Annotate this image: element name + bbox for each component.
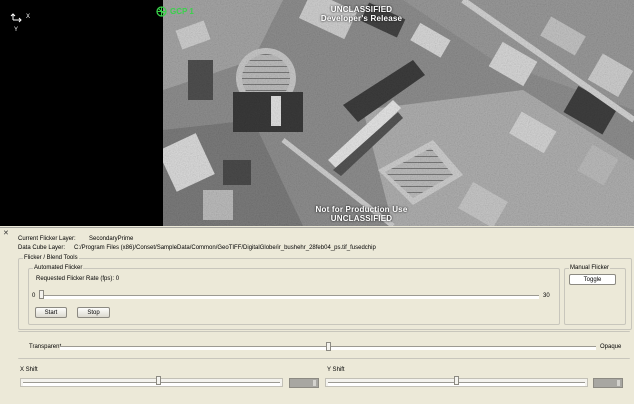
data-cube-label: Data Cube Layer: bbox=[18, 245, 66, 251]
axis-y-label: Y bbox=[14, 27, 19, 33]
current-layer-value: SecondaryPrime bbox=[89, 236, 134, 242]
flicker-panel: ✕ Current Flicker Layer: SecondaryPrime … bbox=[0, 227, 634, 404]
x-shift-slider[interactable] bbox=[20, 378, 283, 387]
banner-bottom-notice: Not for Production Use bbox=[315, 205, 408, 214]
axis-indicator: X Y bbox=[10, 12, 31, 33]
flicker-rate-slider[interactable] bbox=[39, 295, 539, 299]
data-cube-value: C:/Program Files (x86)/Conset/SampleData… bbox=[74, 245, 376, 251]
satellite-imagery bbox=[163, 0, 634, 226]
x-shift-track bbox=[23, 382, 280, 386]
automated-flicker-title: Automated Flicker bbox=[33, 265, 84, 271]
x-shift-label: X Shift bbox=[20, 367, 38, 373]
y-shift-label: Y Shift bbox=[327, 367, 345, 373]
axis-x-label: X bbox=[26, 14, 31, 20]
flicker-blend-title: Flicker / Blend Tools bbox=[23, 255, 79, 261]
divider bbox=[18, 331, 630, 333]
divider-2 bbox=[18, 358, 630, 360]
manual-flicker-group: Manual Flicker Toggle bbox=[564, 265, 626, 325]
image-viewer[interactable]: X Y GCP 1 UNCLASSIFIED Developer's Relea… bbox=[0, 0, 634, 226]
x-shift-thumb[interactable] bbox=[156, 376, 162, 385]
y-shift-spinbox[interactable] bbox=[593, 378, 623, 388]
manual-flicker-title: Manual Flicker bbox=[569, 265, 611, 271]
close-icon[interactable]: ✕ bbox=[3, 230, 10, 237]
start-button[interactable]: Start bbox=[35, 307, 67, 318]
rate-slider-max: 30 bbox=[543, 293, 550, 299]
y-shift-thumb[interactable] bbox=[453, 376, 459, 385]
banner-top-classification: UNCLASSIFIED bbox=[330, 5, 393, 14]
transparent-label: Transparent bbox=[29, 344, 62, 350]
x-shift-spinbox[interactable] bbox=[289, 378, 319, 388]
banner-bottom-classification: UNCLASSIFIED bbox=[330, 214, 393, 223]
flicker-rate-thumb[interactable] bbox=[39, 290, 44, 299]
stop-button[interactable]: Stop bbox=[77, 307, 110, 318]
automated-flicker-group: Automated Flicker Requested Flicker Rate… bbox=[28, 265, 560, 325]
toggle-button[interactable]: Toggle bbox=[569, 274, 616, 285]
current-layer-label: Current Flicker Layer: bbox=[18, 236, 76, 242]
blend-thumb[interactable] bbox=[326, 342, 331, 351]
rate-slider-min: 0 bbox=[32, 293, 36, 299]
banner-top-release: Developer's Release bbox=[320, 14, 403, 23]
opaque-label: Opaque bbox=[600, 344, 622, 350]
flicker-rate-label: Requested Flicker Rate (fps): 0 bbox=[36, 276, 120, 282]
flicker-blend-group: Flicker / Blend Tools Automated Flicker … bbox=[18, 255, 632, 330]
